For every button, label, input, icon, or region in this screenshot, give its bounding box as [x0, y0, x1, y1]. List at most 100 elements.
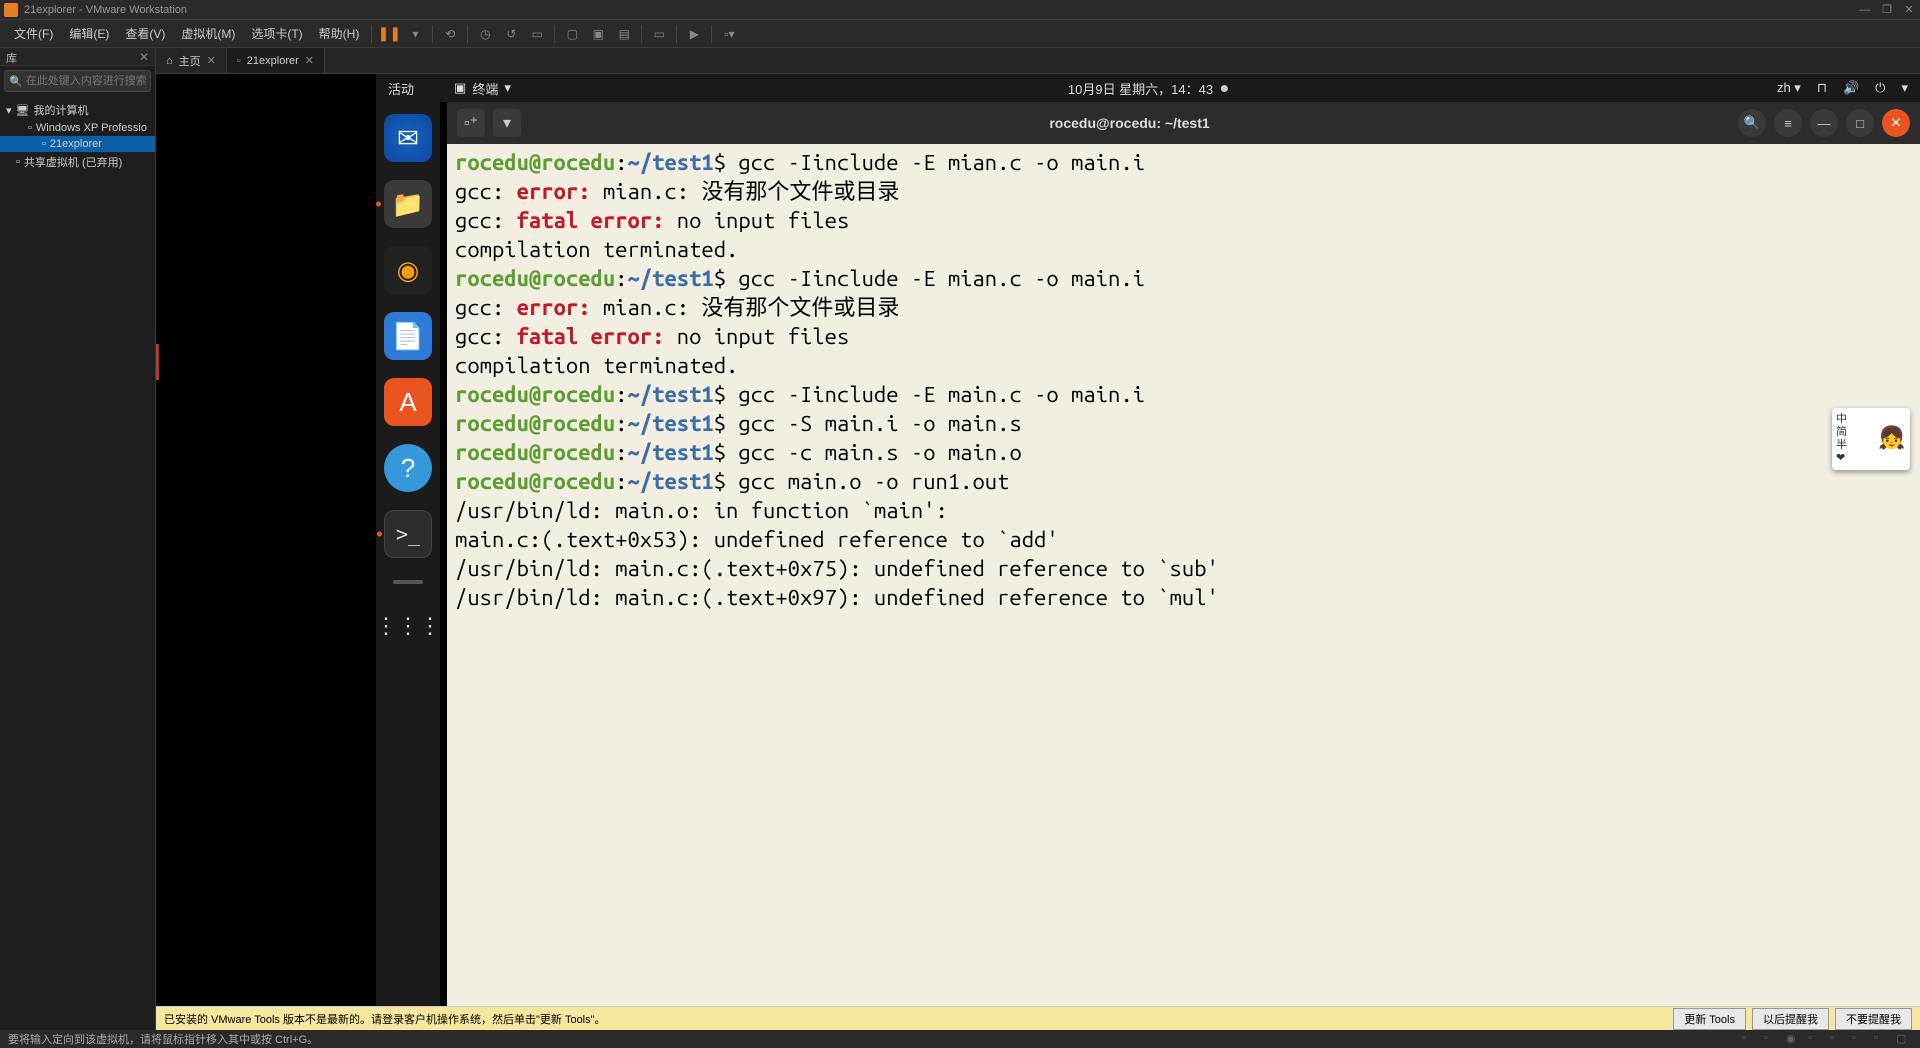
minimize-button[interactable]: — — [1858, 3, 1872, 17]
menu-file[interactable]: 文件(F) — [6, 25, 61, 42]
tab-21explorer[interactable]: ▫ 21explorer ✕ — [227, 48, 325, 73]
terminal-window: ▫⁺ ▾ rocedu@rocedu: ~/test1 🔍 ≡ — □ ✕ ro… — [447, 102, 1920, 1014]
maximize-button[interactable]: ❐ — [1880, 3, 1894, 17]
terminal-menu-button[interactable]: ≡ — [1774, 109, 1802, 137]
tree-my-computer[interactable]: ▾ 🖥 我的计算机 — [0, 100, 155, 120]
stretch-icon[interactable]: ▫▾ — [721, 26, 737, 42]
dock-terminal[interactable]: >_ — [384, 510, 432, 558]
dock-help[interactable]: ? — [384, 444, 432, 492]
fullscreen-icon[interactable]: ▭ — [651, 26, 667, 42]
terminal-small-icon: ▣ — [454, 80, 466, 96]
dropdown-icon[interactable]: ▾ — [407, 26, 423, 42]
ubuntu-dock: ✉ 📁 ◉ 📄 A ? >_ ⋮⋮⋮ — [376, 102, 440, 1014]
vm-tree: ▾ 🖥 我的计算机 ▫ Windows XP Professio ▫ 21exp… — [0, 96, 155, 176]
library-sidebar: 库 ✕ 🔍 ▼ ▾ 🖥 我的计算机 ▫ Windows XP Professio… — [0, 48, 156, 1030]
content-area: ⌂ 主页 ✕ ▫ 21explorer ✕ 活动 ▣ 终端 ▾ — [156, 48, 1920, 1030]
menu-edit[interactable]: 编辑(E) — [61, 25, 117, 42]
sidebar-title: 库 — [6, 50, 17, 63]
tree-item-21explorer[interactable]: ▫ 21explorer — [0, 136, 155, 152]
send-ctrl-alt-del-icon[interactable]: ⟲ — [442, 26, 458, 42]
snapshot-revert-icon[interactable]: ↺ — [503, 26, 519, 42]
terminal-title: rocedu@rocedu: ~/test1 — [529, 115, 1730, 131]
search-input[interactable] — [26, 75, 168, 87]
chevron-down-icon: ▾ — [504, 80, 511, 96]
update-tools-button[interactable]: 更新 Tools — [1673, 1008, 1746, 1030]
dock-show-apps[interactable]: ⋮⋮⋮ — [384, 602, 432, 650]
tab-close-icon[interactable]: ✕ — [305, 54, 314, 67]
ime-mascot-icon: 👧 — [1878, 425, 1906, 453]
tab-close-icon[interactable]: ✕ — [207, 54, 216, 67]
search-box[interactable]: 🔍 ▼ — [4, 70, 151, 92]
device-icon[interactable]: ▫ — [1742, 1032, 1758, 1046]
device-icon[interactable]: ▫ — [1830, 1032, 1846, 1046]
tree-item-xp[interactable]: ▫ Windows XP Professio — [0, 120, 155, 136]
statusbar: 要将输入定向到该虚拟机，请将鼠标指针移入其中或按 Ctrl+G。 ▫ ▫ ◉ ▫… — [0, 1030, 1920, 1048]
menu-view[interactable]: 查看(V) — [117, 25, 173, 42]
device-icon[interactable]: ◉ — [1786, 1032, 1802, 1046]
search-icon: 🔍 — [9, 75, 23, 88]
terminal-body[interactable]: rocedu@rocedu:~/test1$ gcc -Iinclude -E … — [447, 144, 1920, 1014]
vmware-tools-info-bar: 已安装的 VMware Tools 版本不是最新的。请登录客户机操作系统，然后单… — [156, 1006, 1920, 1030]
window-titlebar: 21explorer - VMware Workstation — ❐ ✕ — [0, 0, 1920, 20]
computer-icon: 🖥 — [16, 104, 30, 117]
ime-mode-label: 中 简 半 ❤ — [1836, 413, 1847, 466]
sidebar-close-icon[interactable]: ✕ — [139, 50, 149, 63]
status-message: 要将输入定向到该虚拟机，请将鼠标指针移入其中或按 Ctrl+G。 — [8, 1031, 318, 1047]
dock-software[interactable]: A — [384, 378, 432, 426]
pause-icon[interactable]: ❚❚ — [381, 26, 397, 42]
dock-rhythmbox[interactable]: ◉ — [384, 246, 432, 294]
volume-icon[interactable]: 🔊 — [1843, 80, 1859, 96]
device-icon[interactable]: ▫ — [1764, 1032, 1780, 1046]
ime-floating-widget[interactable]: 中 简 半 ❤ 👧 — [1832, 408, 1910, 470]
tab-home[interactable]: ⌂ 主页 ✕ — [156, 48, 227, 73]
vm-icon: ▫ — [42, 138, 46, 150]
snapshot-manage-icon[interactable]: ▭ — [529, 26, 545, 42]
dock-libreoffice[interactable]: 📄 — [384, 312, 432, 360]
terminal-new-tab-button[interactable]: ▫⁺ — [457, 109, 485, 137]
datetime-label[interactable]: 10月9日 星期六，14：43 — [1068, 79, 1228, 98]
dock-files[interactable]: 📁 — [384, 180, 432, 228]
device-icon[interactable]: ▫ — [1808, 1032, 1824, 1046]
terminal-close-button[interactable]: ✕ — [1882, 109, 1910, 137]
terminal-tab-dropdown[interactable]: ▾ — [493, 109, 521, 137]
terminal-search-button[interactable]: 🔍 — [1738, 109, 1766, 137]
never-remind-button[interactable]: 不要提醒我 — [1835, 1008, 1912, 1030]
window-title: 21explorer - VMware Workstation — [24, 4, 187, 16]
snapshot-icon[interactable]: ◷ — [477, 26, 493, 42]
expand-icon: ▾ — [6, 104, 12, 117]
terminal-minimize-button[interactable]: — — [1810, 109, 1838, 137]
vm-icon: ▫ — [28, 122, 32, 134]
home-icon: ⌂ — [166, 55, 173, 67]
terminal-maximize-button[interactable]: □ — [1846, 109, 1874, 137]
unity-icon[interactable]: ▤ — [616, 26, 632, 42]
multiview-icon[interactable]: ▣ — [590, 26, 606, 42]
menu-tabs[interactable]: 选项卡(T) — [243, 25, 310, 42]
device-icon[interactable]: ▫ — [1874, 1032, 1890, 1046]
thumbnail-icon[interactable]: ▢ — [564, 26, 580, 42]
device-icon[interactable]: ▫ — [1852, 1032, 1868, 1046]
power-icon[interactable]: ⏻ — [1875, 80, 1885, 96]
fullscreen-icon[interactable]: ▢ — [1896, 1032, 1912, 1046]
terminal-header: ▫⁺ ▾ rocedu@rocedu: ~/test1 🔍 ≡ — □ ✕ — [447, 102, 1920, 144]
terminal-app-menu[interactable]: ▣ 终端 ▾ — [454, 79, 511, 98]
app-icon — [4, 3, 18, 17]
notification-dot-icon — [1221, 85, 1228, 92]
network-icon[interactable]: ⊓ — [1817, 80, 1827, 96]
dock-thunderbird[interactable]: ✉ — [384, 114, 432, 162]
vm-desktop[interactable]: 活动 ▣ 终端 ▾ 10月9日 星期六，14：43 zh ▾ ⊓ 🔊 ⏻ ▾ — [156, 74, 1920, 1014]
activities-button[interactable]: 活动 — [388, 79, 414, 98]
shared-icon: ▫ — [16, 156, 20, 168]
remind-later-button[interactable]: 以后提醒我 — [1752, 1008, 1829, 1030]
content-tabs: ⌂ 主页 ✕ ▫ 21explorer ✕ — [156, 48, 1920, 74]
red-drag-indicator — [156, 344, 159, 380]
menubar: 文件(F) 编辑(E) 查看(V) 虚拟机(M) 选项卡(T) 帮助(H) ❚❚… — [0, 20, 1920, 48]
chevron-down-icon[interactable]: ▾ — [1901, 80, 1908, 96]
menu-vm[interactable]: 虚拟机(M) — [173, 25, 243, 42]
menu-help[interactable]: 帮助(H) — [311, 25, 368, 42]
tree-shared-vms[interactable]: ▫ 共享虚拟机 (已弃用) — [0, 152, 155, 172]
close-button[interactable]: ✕ — [1902, 3, 1916, 17]
console-icon[interactable]: ▶ — [686, 26, 702, 42]
dock-separator — [393, 580, 423, 584]
language-indicator[interactable]: zh ▾ — [1777, 80, 1801, 96]
vm-icon: ▫ — [237, 55, 241, 67]
